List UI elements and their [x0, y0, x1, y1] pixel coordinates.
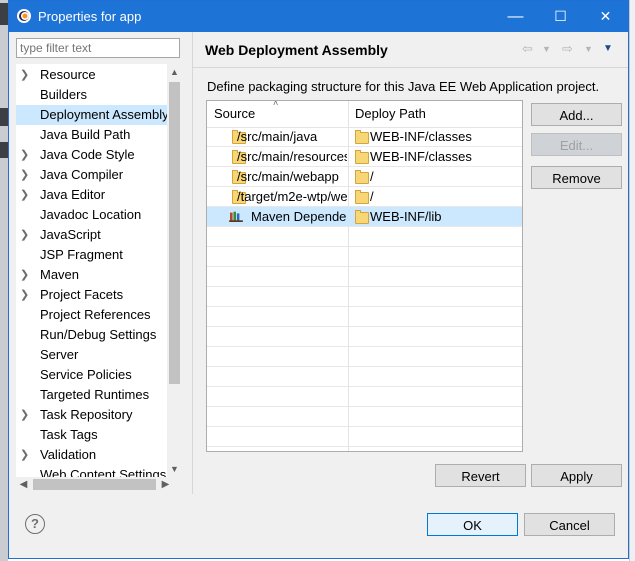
table-row-empty [207, 367, 522, 387]
back-menu-chevron-icon[interactable]: ▼ [542, 44, 551, 54]
library-icon [229, 211, 243, 222]
tree-vertical-scrollbar[interactable]: ▲ ▼ [167, 64, 182, 477]
sort-ascending-icon: ˄ [273, 100, 279, 108]
tree-item-maven[interactable]: ❯ Maven [16, 265, 168, 285]
tree-horizontal-scrollbar[interactable]: ◀ ▶ [16, 477, 182, 492]
folder-icon [355, 190, 369, 204]
tree-item-java-code-style[interactable]: ❯ Java Code Style [16, 145, 168, 165]
forward-menu-chevron-icon[interactable]: ▼ [584, 44, 593, 54]
expand-arrow-icon[interactable]: ❯ [20, 265, 30, 285]
tree-item-task-repository[interactable]: ❯ Task Repository [16, 405, 168, 425]
expand-arrow-icon[interactable]: ❯ [20, 225, 30, 245]
scroll-right-icon[interactable]: ▶ [158, 477, 173, 492]
scroll-up-icon[interactable]: ▲ [167, 64, 182, 80]
table-row-empty [207, 347, 522, 367]
view-menu-icon[interactable]: ▼ [603, 43, 613, 54]
tree-item-javascript[interactable]: ❯ JavaScript [16, 225, 168, 245]
page-description: Define packaging structure for this Java… [207, 79, 600, 94]
folder-icon [355, 170, 369, 184]
window-title: Properties for app [38, 9, 142, 24]
table-row-empty [207, 327, 522, 347]
table-header: Source ˄ Deploy Path [207, 101, 522, 128]
scroll-left-icon[interactable]: ◀ [16, 477, 31, 492]
table-row-empty [207, 267, 522, 287]
help-icon[interactable]: ? [25, 514, 45, 534]
tree-item-service-policies[interactable]: Service Policies [16, 365, 168, 385]
tree-item-jsp-fragment[interactable]: JSP Fragment [16, 245, 168, 265]
tree-item-web-content-settings[interactable]: Web Content Settings [16, 465, 168, 477]
background-window-edge-right [629, 0, 635, 561]
tree-item-server[interactable]: Server [16, 345, 168, 365]
tree-item-resource[interactable]: ❯ Resource [16, 65, 168, 85]
table-row-empty [207, 307, 522, 327]
column-header-deploy-path[interactable]: Deploy Path [355, 106, 426, 121]
folder-icon [355, 130, 369, 144]
table-row[interactable]: /src/main/webapp / [207, 167, 522, 187]
tree-item-builders[interactable]: Builders [16, 85, 168, 105]
column-header-source[interactable]: Source [214, 106, 255, 121]
property-page-tree: ❯ Resource Builders Deployment Assembly … [16, 64, 182, 477]
expand-arrow-icon[interactable]: ❯ [20, 65, 30, 85]
table-row[interactable]: /target/m2e-wtp/web-resources / [207, 187, 522, 207]
scroll-thumb[interactable] [169, 82, 180, 384]
expand-arrow-icon[interactable]: ❯ [20, 445, 30, 465]
expand-arrow-icon[interactable]: ❯ [20, 405, 30, 425]
scroll-thumb[interactable] [33, 479, 156, 490]
page-title: Web Deployment Assembly [205, 42, 388, 58]
back-icon[interactable]: ⇦ [522, 41, 533, 57]
remove-button[interactable]: Remove [531, 166, 622, 189]
tree-item-deployment-assembly[interactable]: Deployment Assembly [16, 105, 168, 125]
title-bar[interactable]: Properties for app — ☐ ✕ [9, 1, 628, 32]
pane-splitter[interactable] [192, 32, 193, 494]
apply-button[interactable]: Apply [531, 464, 622, 487]
eclipse-app-icon [17, 9, 31, 23]
table-row[interactable]: /src/main/java WEB-INF/classes [207, 127, 522, 147]
tree-item-run-debug-settings[interactable]: Run/Debug Settings [16, 325, 168, 345]
tree-item-task-tags[interactable]: Task Tags [16, 425, 168, 445]
close-button[interactable]: ✕ [583, 1, 628, 32]
table-row[interactable]: Maven Dependencies WEB-INF/lib [207, 207, 522, 227]
forward-icon[interactable]: ⇨ [562, 41, 573, 57]
table-row-empty [207, 227, 522, 247]
expand-arrow-icon[interactable]: ❯ [20, 185, 30, 205]
tree-item-project-facets[interactable]: ❯ Project Facets [16, 285, 168, 305]
tree-item-javadoc-location[interactable]: Javadoc Location [16, 205, 168, 225]
tree-item-java-build-path[interactable]: Java Build Path [16, 125, 168, 145]
revert-button[interactable]: Revert [435, 464, 526, 487]
deployment-table: Source ˄ Deploy Path /src/main/java WEB-… [206, 100, 523, 452]
tree-item-targeted-runtimes[interactable]: Targeted Runtimes [16, 385, 168, 405]
tree-item-project-references[interactable]: Project References [16, 305, 168, 325]
expand-arrow-icon[interactable]: ❯ [20, 285, 30, 305]
properties-dialog: Properties for app — ☐ ✕ ❯ Resource Buil… [8, 0, 629, 559]
tree-item-java-editor[interactable]: ❯ Java Editor [16, 185, 168, 205]
edit-button[interactable]: Edit... [531, 133, 622, 156]
minimize-button[interactable]: — [493, 1, 538, 32]
maximize-button[interactable]: ☐ [538, 1, 583, 32]
table-row-empty [207, 247, 522, 267]
add-button[interactable]: Add... [531, 103, 622, 126]
filter-input[interactable] [16, 38, 180, 58]
folder-icon [355, 150, 369, 164]
expand-arrow-icon[interactable]: ❯ [20, 145, 30, 165]
background-window-edge [0, 0, 8, 561]
table-row-empty [207, 427, 522, 447]
table-row-empty [207, 287, 522, 307]
expand-arrow-icon[interactable]: ❯ [20, 165, 30, 185]
page-navigation: ⇦ ▼ ⇨ ▼ ▼ [522, 41, 622, 59]
tree-item-java-compiler[interactable]: ❯ Java Compiler [16, 165, 168, 185]
tree-item-validation[interactable]: ❯ Validation [16, 445, 168, 465]
table-row-empty [207, 407, 522, 427]
table-row-empty [207, 387, 522, 407]
folder-icon [355, 210, 369, 224]
divider [193, 67, 628, 68]
ok-button[interactable]: OK [427, 513, 518, 536]
cancel-button[interactable]: Cancel [524, 513, 615, 536]
table-row[interactable]: /src/main/resources WEB-INF/classes [207, 147, 522, 167]
scroll-down-icon[interactable]: ▼ [167, 461, 182, 477]
